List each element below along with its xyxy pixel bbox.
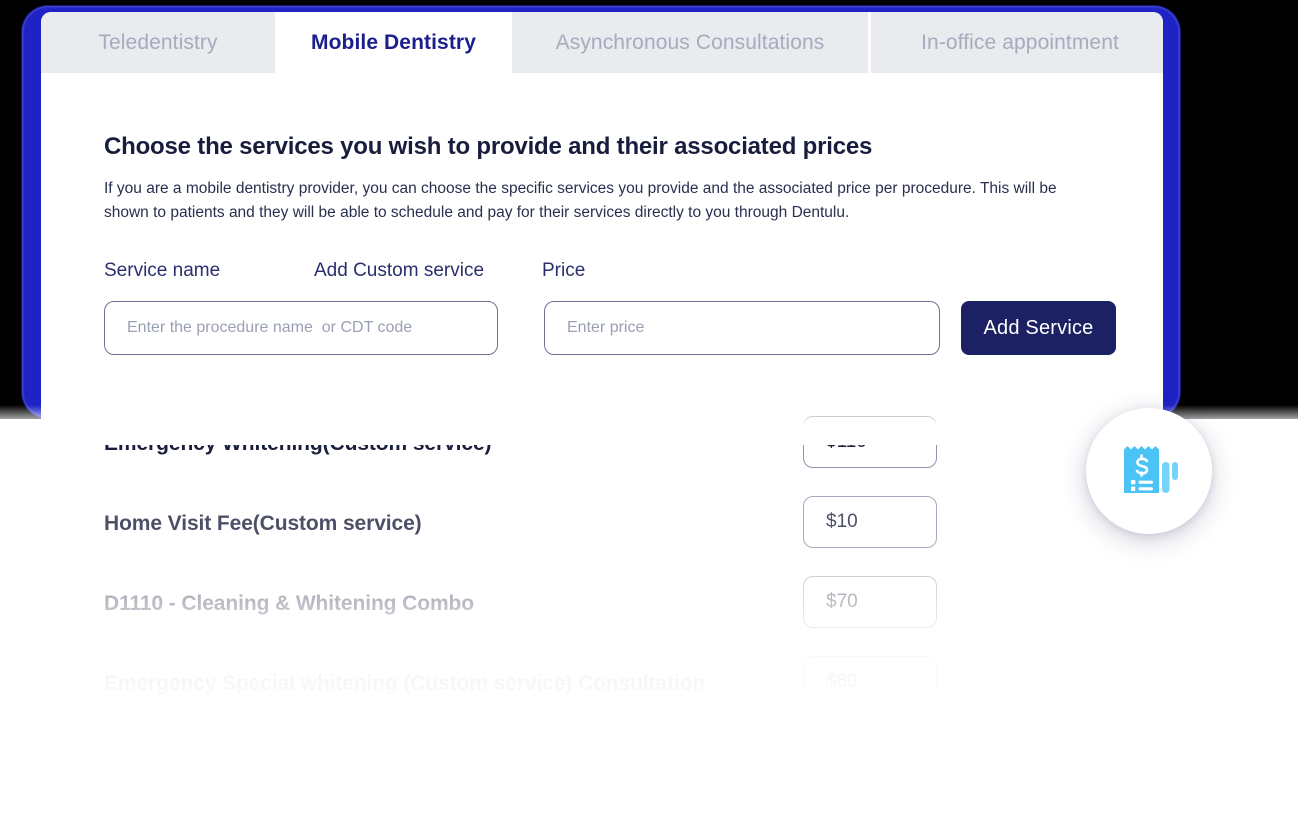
- app-card: Teledentistry Mobile Dentistry Asynchron…: [41, 12, 1163, 712]
- add-service-button[interactable]: Add Service: [961, 301, 1116, 355]
- tab-label: In-office appointment: [921, 30, 1119, 54]
- services-panel: Choose the services you wish to provide …: [41, 73, 1163, 712]
- tab-mobile-dentistry[interactable]: Mobile Dentistry: [278, 12, 509, 73]
- service-price-input[interactable]: $70: [803, 576, 937, 628]
- page-title: Choose the services you wish to provide …: [104, 133, 873, 160]
- service-name-label: Service name: [104, 260, 221, 281]
- price-label: Price: [542, 260, 586, 281]
- invoice-receipt-dollar-icon: [1118, 442, 1180, 500]
- add-service-form-row: Add Service: [104, 301, 1163, 356]
- service-price-input[interactable]: $80: [803, 656, 937, 708]
- tab-teledentistry[interactable]: Teledentistry: [41, 12, 275, 73]
- page-description: If you are a mobile dentistry provider, …: [104, 180, 1057, 221]
- form-labels-row: Service name Add Custom service Price: [104, 260, 1163, 286]
- service-name: D1110 - Cleaning & Whitening Combo: [104, 592, 474, 615]
- tab-label: Asynchronous Consultations: [555, 30, 825, 54]
- invoice-fab-button[interactable]: [1086, 408, 1212, 534]
- screen: Teledentistry Mobile Dentistry Asynchron…: [0, 0, 1298, 836]
- tab-asynchronous-consultations[interactable]: Asynchronous Consultations: [512, 12, 868, 73]
- add-custom-service-label[interactable]: Add Custom service: [314, 260, 484, 282]
- tab-label: Mobile Dentistry: [311, 30, 476, 54]
- service-name-input[interactable]: [104, 301, 498, 355]
- service-list-item[interactable]: D1110 - Cleaning & Whitening Combo $70: [104, 564, 1114, 644]
- tab-label: Teledentistry: [98, 30, 218, 54]
- price-input[interactable]: [544, 301, 940, 355]
- service-price-input[interactable]: $10: [803, 496, 937, 548]
- service-name: Emergency Special whitening (Custom serv…: [104, 672, 706, 695]
- tab-in-office-appointment[interactable]: In-office appointment: [871, 12, 1163, 73]
- tab-bar: Teledentistry Mobile Dentistry Asynchron…: [41, 12, 1163, 73]
- service-list-item[interactable]: Home Visit Fee(Custom service) $10: [104, 484, 1114, 564]
- service-list-item[interactable]: Emergency Special whitening (Custom serv…: [104, 644, 1114, 712]
- service-name: Home Visit Fee(Custom service): [104, 512, 422, 535]
- services-list: Emergency Whitening(Custom service) $110…: [104, 404, 1114, 712]
